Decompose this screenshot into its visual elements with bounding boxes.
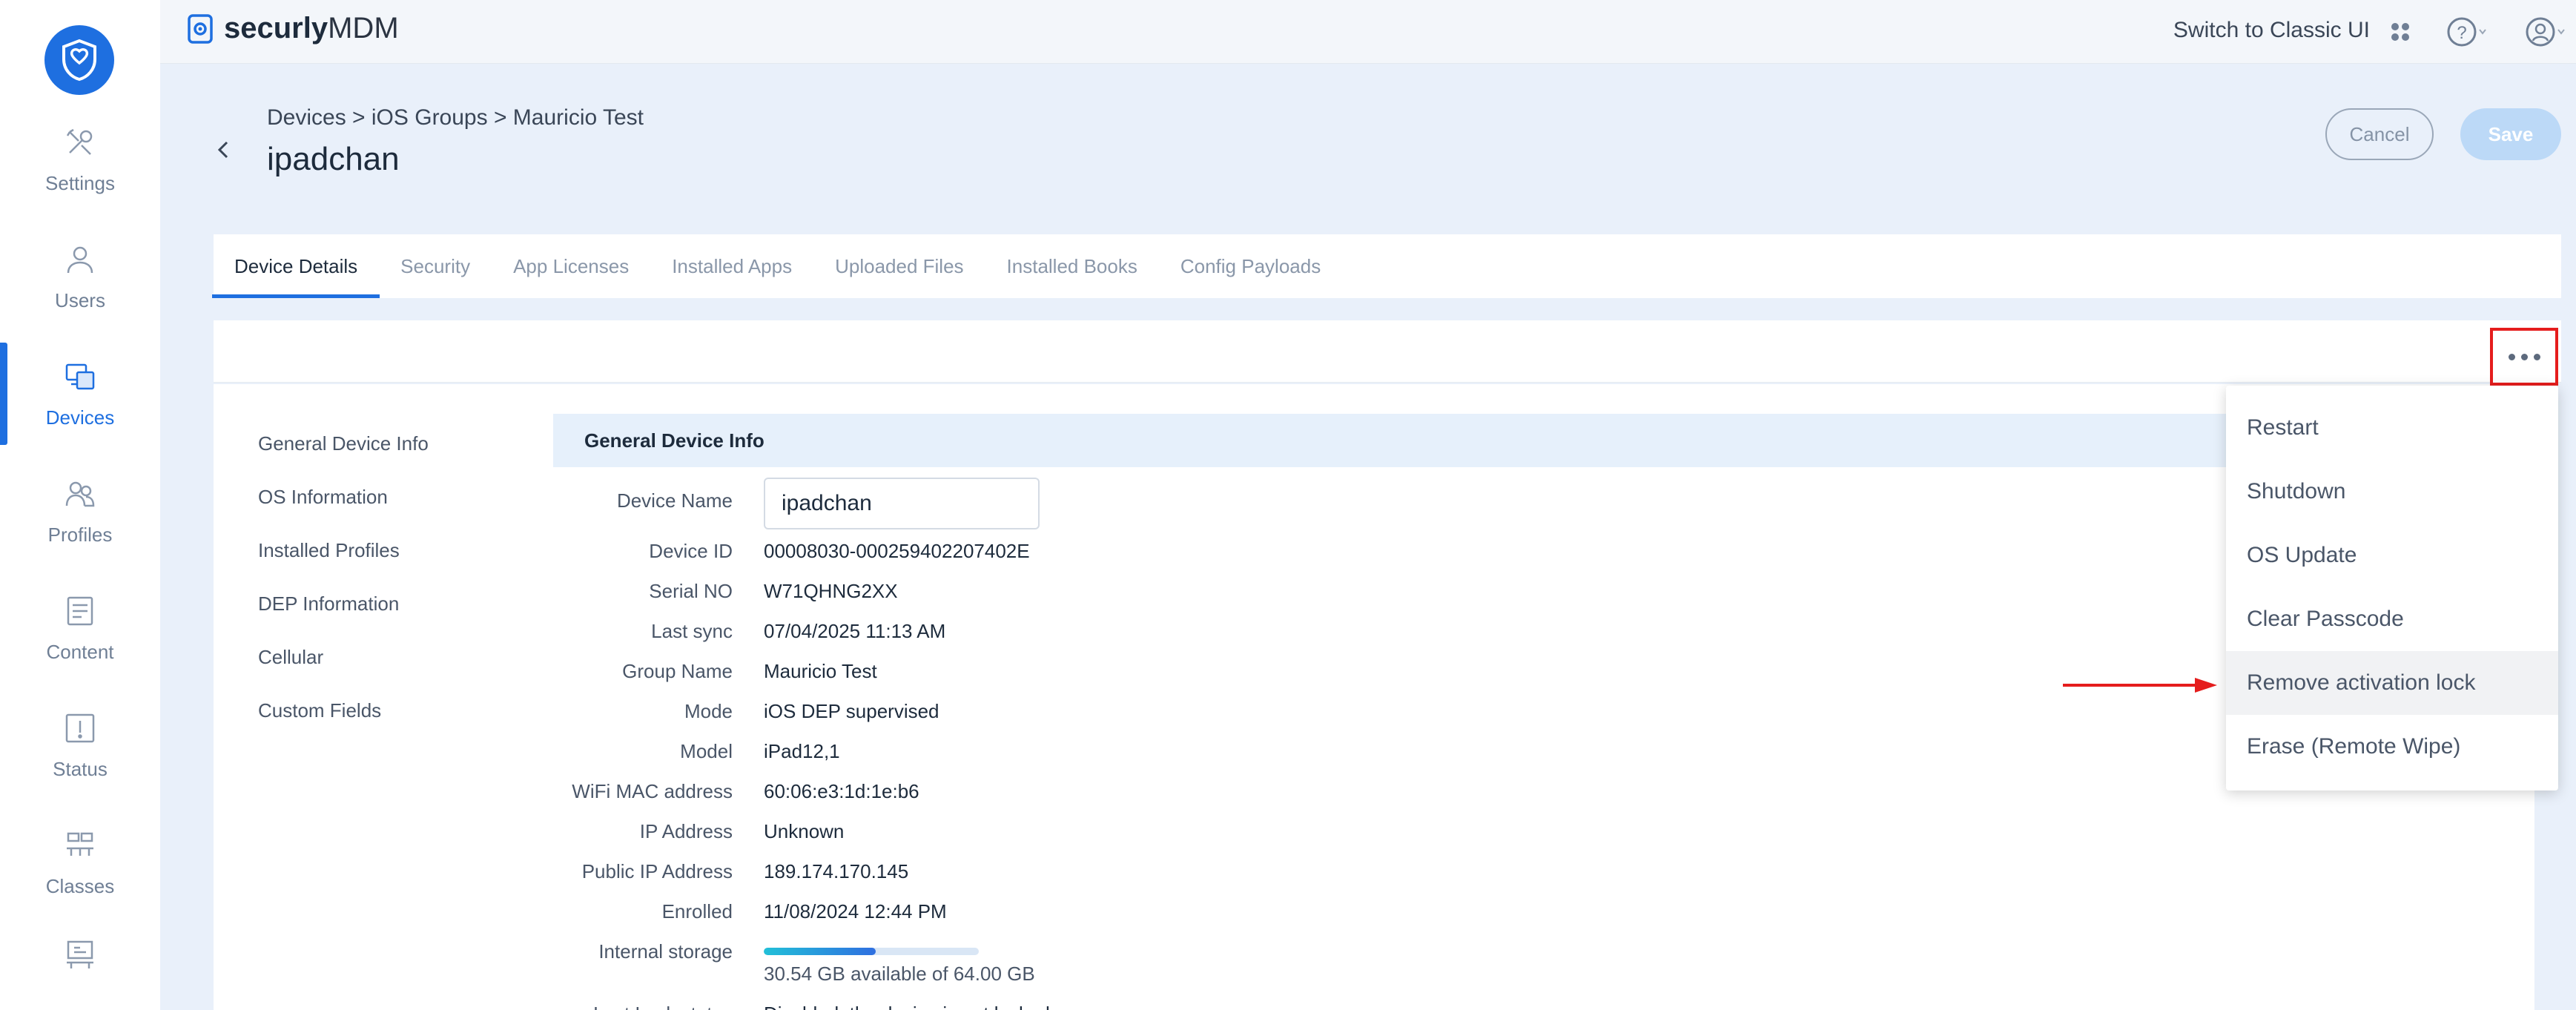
save-button[interactable]: Save	[2460, 108, 2561, 160]
top-bar: securly MDM Switch to Classic UI ?	[160, 0, 2576, 64]
cancel-button[interactable]: Cancel	[2325, 108, 2434, 160]
user-icon	[62, 242, 98, 277]
storage-progress-fill	[764, 948, 876, 955]
field-label: Serial NO	[649, 580, 733, 602]
model-value: iPad12,1	[764, 740, 840, 762]
shield-icon	[62, 39, 96, 82]
switch-classic-ui-link[interactable]: Switch to Classic UI	[2173, 18, 2370, 43]
field-label: Group Name	[622, 660, 733, 682]
annotation-arrow-icon	[2063, 678, 2217, 693]
field-label: Enrolled	[661, 900, 733, 922]
field-label: Last Lock status	[553, 1003, 733, 1010]
dot	[2520, 353, 2528, 360]
wifi-mac-value: 60:06:e3:1d:1e:b6	[764, 780, 919, 802]
sidebar-item-settings[interactable]: Settings	[0, 101, 160, 218]
menu-item-shutdown[interactable]: Shutdown	[2226, 460, 2558, 524]
tab-app-licenses[interactable]: App Licenses	[513, 234, 629, 298]
sidebar-item-content[interactable]: Content	[0, 570, 160, 687]
sidebar-item-classes[interactable]: Classes	[0, 804, 160, 921]
device-name-input[interactable]: ipadchan	[764, 478, 1040, 529]
mode-value: iOS DEP supervised	[764, 700, 939, 722]
board-icon	[62, 936, 98, 971]
field-label: Public IP Address	[581, 860, 733, 882]
account-icon[interactable]	[2526, 16, 2567, 47]
field-label: WiFi MAC address	[572, 780, 733, 802]
tab-bar: Device Details Security App Licenses Ins…	[211, 234, 2561, 298]
help-icon[interactable]: ?	[2447, 16, 2489, 47]
device-name-label: Device Name	[616, 489, 733, 512]
sidebar-item-users[interactable]: Users	[0, 218, 160, 335]
menu-item-remove-activation-lock[interactable]: Remove activation lock	[2226, 651, 2558, 715]
dot	[2508, 353, 2515, 360]
field-label: Mode	[684, 700, 733, 722]
last-sync-value: 07/04/2025 11:13 AM	[764, 620, 946, 642]
section-nav-custom-fields[interactable]: Custom Fields	[258, 696, 429, 749]
brand-logo[interactable]: securly MDM	[187, 12, 399, 45]
field-label: Last sync	[651, 620, 733, 642]
tab-device-details[interactable]: Device Details	[211, 234, 380, 298]
device-id-value: 00008030-000259402207402E	[764, 540, 1030, 562]
sidebar-item-profiles[interactable]: Profiles	[0, 452, 160, 570]
app-logo[interactable]	[44, 25, 114, 95]
field-label: Model	[680, 740, 733, 762]
section-nav: General Device Info OS Information Insta…	[258, 429, 429, 749]
sidebar-item-status[interactable]: Status	[0, 687, 160, 804]
serial-no-value: W71QHNG2XX	[764, 580, 898, 602]
ip-address-value: Unknown	[764, 820, 845, 842]
menu-item-os-update[interactable]: OS Update	[2226, 524, 2558, 587]
sidebar-item-label: Status	[53, 757, 108, 780]
sidebar-item-label: Devices	[45, 406, 115, 429]
brand-name-rest: MDM	[328, 12, 399, 44]
section-nav-cellular[interactable]: Cellular	[258, 642, 429, 696]
apps-grid-icon[interactable]	[2389, 21, 2411, 43]
document-icon	[62, 593, 98, 629]
gear-shield-icon	[188, 13, 213, 44]
sidebar-item-more[interactable]	[0, 936, 160, 1010]
enrolled-value: 11/08/2024 12:44 PM	[764, 900, 947, 922]
classes-icon	[62, 828, 98, 863]
tab-uploaded-files[interactable]: Uploaded Files	[835, 234, 963, 298]
menu-item-clear-passcode[interactable]: Clear Passcode	[2226, 587, 2558, 651]
sidebar-item-label: Users	[55, 288, 105, 311]
section-nav-os-information[interactable]: OS Information	[258, 482, 429, 535]
section-nav-general-device-info[interactable]: General Device Info	[258, 429, 429, 482]
tab-installed-apps[interactable]: Installed Apps	[672, 234, 792, 298]
tab-config-payloads[interactable]: Config Payloads	[1180, 234, 1321, 298]
sidebar-item-label: Classes	[45, 874, 115, 897]
group-name-value: Mauricio Test	[764, 660, 877, 682]
sidebar-item-devices[interactable]: Devices	[0, 335, 160, 452]
tools-icon	[62, 125, 98, 160]
sidebar-item-label: Profiles	[47, 523, 113, 546]
breadcrumb[interactable]: Devices > iOS Groups > Mauricio Test	[267, 105, 644, 131]
lock-status-value: Disabled: the device is not locked	[764, 1003, 1050, 1010]
storage-text: 30.54 GB available of 64.00 GB	[764, 963, 1035, 985]
sidebar-item-label: Content	[46, 640, 114, 663]
public-ip-value: 189.174.170.145	[764, 860, 909, 882]
menu-item-erase-remote-wipe[interactable]: Erase (Remote Wipe)	[2226, 715, 2558, 779]
field-label: Device ID	[649, 540, 733, 562]
section-nav-installed-profiles[interactable]: Installed Profiles	[258, 535, 429, 589]
menu-item-restart[interactable]: Restart	[2226, 396, 2558, 460]
field-label: IP Address	[639, 820, 733, 842]
brand-name-bold: securly	[224, 12, 328, 44]
status-icon	[62, 710, 98, 746]
actions-dropdown-menu: Restart Shutdown OS Update Clear Passcod…	[2226, 386, 2558, 790]
storage-progress-bar	[764, 948, 979, 955]
actions-toolbar	[214, 320, 2561, 383]
tab-security[interactable]: Security	[400, 234, 470, 298]
page-title: ipadchan	[267, 141, 400, 177]
devices-icon	[62, 359, 98, 395]
section-nav-dep-information[interactable]: DEP Information	[258, 589, 429, 642]
sidebar-item-label: Settings	[45, 171, 115, 194]
back-arrow-icon[interactable]	[211, 136, 237, 163]
more-actions-button[interactable]	[2490, 328, 2558, 386]
dot	[2533, 353, 2540, 360]
sidebar: Settings Users Devices Profiles Content …	[0, 0, 160, 1010]
tab-installed-books[interactable]: Installed Books	[1007, 234, 1137, 298]
svg-text:?: ?	[2457, 23, 2466, 43]
profiles-icon	[62, 476, 98, 512]
internal-storage-label: Internal storage	[598, 940, 733, 963]
